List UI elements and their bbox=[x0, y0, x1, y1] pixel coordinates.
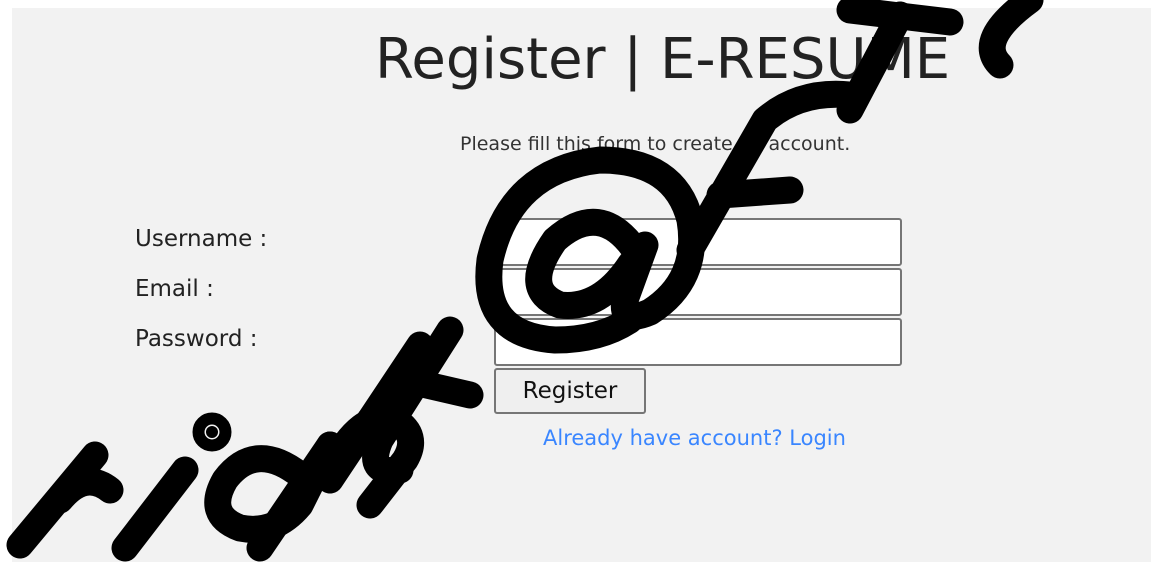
email-input[interactable] bbox=[494, 268, 902, 316]
register-button[interactable]: Register bbox=[494, 368, 646, 414]
page-title: Register | E-RESUME bbox=[375, 27, 951, 92]
username-input[interactable] bbox=[494, 218, 902, 266]
email-label: Email : bbox=[135, 276, 214, 302]
password-input[interactable] bbox=[494, 318, 902, 366]
username-label: Username : bbox=[135, 226, 268, 252]
login-link[interactable]: Already have account? Login bbox=[543, 426, 846, 450]
form-subtitle: Please fill this form to create an accou… bbox=[460, 133, 851, 155]
password-label: Password : bbox=[135, 326, 258, 352]
